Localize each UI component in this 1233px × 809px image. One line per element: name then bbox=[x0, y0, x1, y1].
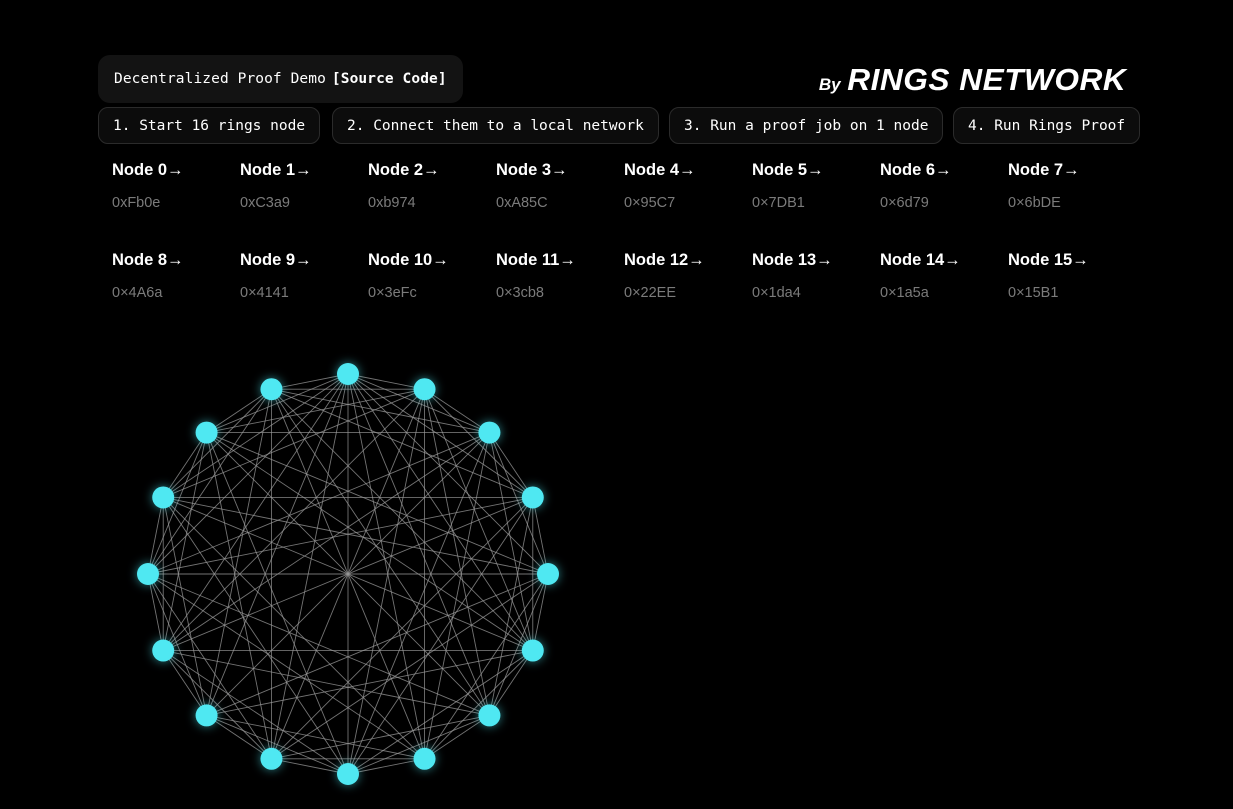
graph-node-12[interactable] bbox=[137, 563, 159, 585]
graph-node-10[interactable] bbox=[195, 704, 218, 727]
node-address-14: 0×1a5a bbox=[880, 285, 929, 301]
graph-edge bbox=[206, 432, 349, 775]
node-link-3[interactable]: Node 3→ bbox=[496, 160, 568, 180]
graph-node-9[interactable] bbox=[260, 747, 283, 770]
graph-node-15[interactable] bbox=[260, 378, 283, 401]
node-cell-7: Node 7→ 0×6bDE bbox=[1008, 160, 1136, 250]
node-link-14[interactable]: Node 14→ bbox=[880, 250, 961, 270]
node-link-12[interactable]: Node 12→ bbox=[624, 250, 705, 270]
node-address-10: 0×3eFc bbox=[368, 285, 417, 301]
node-cell-1: Node 1→ 0xC3a9 bbox=[240, 160, 368, 250]
node-cell-9: Node 9→ 0×4141 bbox=[240, 250, 368, 340]
step-button-start-nodes[interactable]: 1. Start 16 rings node bbox=[98, 107, 321, 144]
node-cell-3: Node 3→ 0xA85C bbox=[496, 160, 624, 250]
brand-by-label: By bbox=[818, 75, 841, 94]
node-link-2[interactable]: Node 2→ bbox=[368, 160, 440, 180]
page-header: Decentralized Proof Demo [Source Code] B… bbox=[0, 0, 1233, 105]
node-address-11: 0×3cb8 bbox=[496, 285, 544, 301]
graph-node-13[interactable] bbox=[152, 486, 175, 509]
graph-edge bbox=[347, 373, 534, 498]
node-address-13: 0×1da4 bbox=[752, 285, 801, 301]
brand-name-label: RINGS NETWORK bbox=[846, 62, 1126, 97]
step-button-run-rings-proof[interactable]: 4. Run Rings Proof bbox=[953, 107, 1141, 144]
graph-edge bbox=[532, 497, 549, 575]
node-address-15: 0×15B1 bbox=[1008, 285, 1059, 301]
node-link-9[interactable]: Node 9→ bbox=[240, 250, 312, 270]
node-address-2: 0xb974 bbox=[368, 195, 416, 211]
node-address-grid: Node 0→ 0xFb0e Node 1→ 0xC3a9 Node 2→ 0x… bbox=[112, 160, 1152, 340]
node-cell-10: Node 10→ 0×3eFc bbox=[368, 250, 496, 340]
source-code-link[interactable]: [Source Code] bbox=[332, 71, 447, 87]
node-link-8[interactable]: Node 8→ bbox=[112, 250, 184, 270]
node-link-11[interactable]: Node 11→ bbox=[496, 250, 576, 270]
node-link-10[interactable]: Node 10→ bbox=[368, 250, 449, 270]
graph-node-5[interactable] bbox=[521, 639, 544, 662]
node-link-4[interactable]: Node 4→ bbox=[624, 160, 696, 180]
title-chip: Decentralized Proof Demo [Source Code] bbox=[98, 55, 463, 103]
node-link-13[interactable]: Node 13→ bbox=[752, 250, 833, 270]
node-link-7[interactable]: Node 7→ bbox=[1008, 160, 1080, 180]
graph-edge bbox=[206, 432, 549, 575]
graph-node-7[interactable] bbox=[413, 747, 436, 770]
node-address-1: 0xC3a9 bbox=[240, 195, 290, 211]
node-link-0[interactable]: Node 0→ bbox=[112, 160, 184, 180]
step-button-run-proof-job[interactable]: 3. Run a proof job on 1 node bbox=[669, 107, 944, 144]
graph-node-4[interactable] bbox=[537, 563, 559, 585]
network-graph-svg bbox=[137, 363, 559, 785]
graph-edge bbox=[163, 497, 549, 575]
node-cell-14: Node 14→ 0×1a5a bbox=[880, 250, 1008, 340]
graph-node-1[interactable] bbox=[413, 378, 436, 401]
node-address-6: 0×6d79 bbox=[880, 195, 929, 211]
node-address-7: 0×6bDE bbox=[1008, 195, 1061, 211]
node-address-3: 0xA85C bbox=[496, 195, 548, 211]
node-link-1[interactable]: Node 1→ bbox=[240, 160, 312, 180]
brand-logo: By RINGS NETWORK bbox=[818, 62, 1126, 98]
node-link-6[interactable]: Node 6→ bbox=[880, 160, 952, 180]
node-cell-6: Node 6→ 0×6d79 bbox=[880, 160, 1008, 250]
node-cell-2: Node 2→ 0xb974 bbox=[368, 160, 496, 250]
node-address-8: 0×4A6a bbox=[112, 285, 163, 301]
node-cell-4: Node 4→ 0×95C7 bbox=[624, 160, 752, 250]
page-title: Decentralized Proof Demo bbox=[114, 71, 326, 87]
node-address-12: 0×22EE bbox=[624, 285, 677, 301]
node-cell-12: Node 12→ 0×22EE bbox=[624, 250, 752, 340]
node-cell-0: Node 0→ 0xFb0e bbox=[112, 160, 240, 250]
graph-edge bbox=[162, 373, 349, 498]
network-graph bbox=[122, 345, 582, 809]
node-cell-8: Node 8→ 0×4A6a bbox=[112, 250, 240, 340]
node-address-4: 0×95C7 bbox=[624, 195, 676, 211]
node-address-0: 0xFb0e bbox=[112, 195, 161, 211]
node-cell-13: Node 13→ 0×1da4 bbox=[752, 250, 880, 340]
step-button-bar: 1. Start 16 rings node 2. Connect them t… bbox=[98, 107, 1141, 145]
graph-node-2[interactable] bbox=[478, 421, 501, 444]
graph-node-8[interactable] bbox=[337, 763, 359, 785]
node-link-5[interactable]: Node 5→ bbox=[752, 160, 824, 180]
graph-edge bbox=[147, 573, 490, 716]
graph-node-11[interactable] bbox=[152, 639, 175, 662]
step-button-connect-network[interactable]: 2. Connect them to a local network bbox=[332, 107, 659, 144]
graph-edge bbox=[147, 497, 533, 575]
graph-node-14[interactable] bbox=[195, 421, 218, 444]
node-cell-15: Node 15→ 0×15B1 bbox=[1008, 250, 1136, 340]
node-cell-5: Node 5→ 0×7DB1 bbox=[752, 160, 880, 250]
graph-node-0[interactable] bbox=[337, 363, 359, 385]
node-address-5: 0×7DB1 bbox=[752, 195, 805, 211]
node-cell-11: Node 11→ 0×3cb8 bbox=[496, 250, 624, 340]
node-address-9: 0×4141 bbox=[240, 285, 289, 301]
graph-node-3[interactable] bbox=[521, 486, 544, 509]
graph-node-6[interactable] bbox=[478, 704, 501, 727]
node-link-15[interactable]: Node 15→ bbox=[1008, 250, 1089, 270]
